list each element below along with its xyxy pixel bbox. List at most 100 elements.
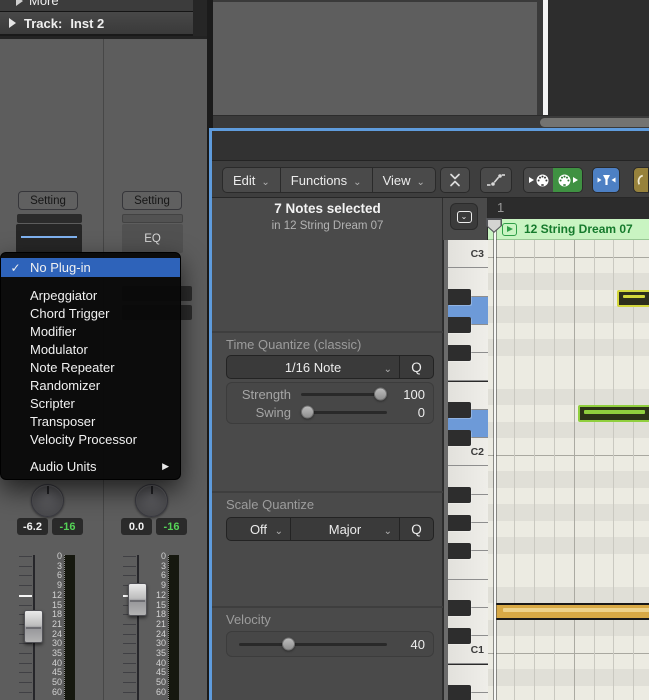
midi-in-button[interactable] xyxy=(524,168,553,192)
horizontal-scrollbar[interactable] xyxy=(213,115,649,128)
channel-setting-button[interactable]: Setting xyxy=(18,191,78,210)
pan-knob[interactable] xyxy=(31,484,64,517)
insert-slot[interactable] xyxy=(122,214,183,223)
pencil-tool-button[interactable] xyxy=(633,167,649,193)
grid-row[interactable] xyxy=(488,372,649,389)
midi-note-d2[interactable] xyxy=(578,405,649,422)
fader-scale-number: 15 xyxy=(150,601,166,610)
plugin-menu-item[interactable]: Transposer xyxy=(1,413,180,431)
view-menu[interactable]: View xyxy=(372,168,435,192)
slider-thumb[interactable] xyxy=(301,406,314,419)
plugin-menu-item-selected[interactable]: ✓ No Plug-in xyxy=(1,258,180,277)
functions-menu[interactable]: Functions xyxy=(280,168,372,192)
insert-slot[interactable] xyxy=(17,214,82,223)
piano-key-black[interactable] xyxy=(448,628,471,644)
strength-slider[interactable] xyxy=(301,393,387,396)
piano-key-black[interactable] xyxy=(448,289,471,305)
piano-key-black[interactable] xyxy=(448,543,471,559)
grid-row[interactable] xyxy=(488,422,649,439)
scale-root-select[interactable]: Off xyxy=(227,518,290,540)
plugin-menu-item[interactable]: Velocity Processor xyxy=(1,431,180,449)
grid-row[interactable] xyxy=(488,339,649,356)
region-header[interactable]: 12 String Dream 07 xyxy=(488,219,649,240)
grid-row[interactable] xyxy=(488,389,649,406)
track-header[interactable]: Track: Inst 2 xyxy=(0,12,193,36)
piano-key-black[interactable] xyxy=(448,515,471,531)
eq-slot[interactable]: EQ xyxy=(122,224,183,253)
grid-row[interactable] xyxy=(488,521,649,538)
midi-out-button[interactable] xyxy=(553,168,582,192)
pan-knob[interactable] xyxy=(135,484,168,517)
piano-key-black[interactable] xyxy=(448,685,471,700)
volume-value[interactable]: -6.2 xyxy=(17,518,48,535)
scale-mode-select[interactable]: Major xyxy=(290,518,399,540)
grid-row[interactable] xyxy=(488,240,649,257)
fader-scale-number: 21 xyxy=(46,620,62,629)
eq-thumbnail[interactable] xyxy=(16,224,82,253)
plugin-menu-item[interactable]: Arpeggiator xyxy=(1,287,180,305)
slider-thumb[interactable] xyxy=(374,388,387,401)
scale-quantize-apply-button[interactable]: Q xyxy=(399,518,433,540)
fader-cap[interactable] xyxy=(24,610,43,643)
grid-row[interactable] xyxy=(488,306,649,323)
plugin-menu-item[interactable]: Modulator xyxy=(1,341,180,359)
grid-row[interactable] xyxy=(488,438,649,455)
time-quantize-apply-button[interactable]: Q xyxy=(399,356,433,378)
grid-line xyxy=(594,240,595,700)
grid-row[interactable] xyxy=(488,471,649,488)
catch-playhead-button[interactable] xyxy=(440,167,470,193)
grid-row[interactable] xyxy=(488,686,649,700)
grid-row[interactable] xyxy=(488,554,649,571)
velocity-slider[interactable] xyxy=(239,643,387,646)
plugin-menu-item[interactable]: Scripter xyxy=(1,395,180,413)
volume-value[interactable]: 0.0 xyxy=(121,518,152,535)
piano-key-black[interactable] xyxy=(448,487,471,503)
grid-row[interactable] xyxy=(488,257,649,274)
piano-key-c3[interactable]: C3 xyxy=(448,240,488,268)
edit-menu[interactable]: Edit xyxy=(223,168,280,192)
piano-key-black[interactable] xyxy=(448,345,471,361)
grid-row[interactable] xyxy=(488,323,649,340)
piano-roll-titlebar[interactable] xyxy=(212,131,649,161)
slider-thumb[interactable] xyxy=(282,638,295,651)
grid-row[interactable] xyxy=(488,636,649,653)
automation-button[interactable] xyxy=(480,167,512,193)
grid-row[interactable] xyxy=(488,455,649,472)
midi-filter-button[interactable] xyxy=(592,167,620,193)
grid-row[interactable] xyxy=(488,356,649,373)
plugin-menu-item[interactable]: Randomizer xyxy=(1,377,180,395)
grid-row[interactable] xyxy=(488,570,649,587)
grid-row[interactable] xyxy=(488,669,649,686)
plugin-menu-item-audio-units[interactable]: Audio Units ▶ xyxy=(1,457,180,475)
midi-note-d1[interactable] xyxy=(494,603,649,620)
fader-scale-number: 0 xyxy=(46,552,62,561)
grid-row[interactable] xyxy=(488,653,649,670)
plugin-menu-item[interactable]: Chord Trigger xyxy=(1,305,180,323)
piano-key-black[interactable] xyxy=(448,430,471,446)
track-name: Inst 2 xyxy=(70,16,104,31)
time-quantize-select[interactable]: 1/16 Note xyxy=(227,356,399,378)
note-info-button[interactable] xyxy=(450,203,478,230)
piano-key-black[interactable] xyxy=(448,402,471,418)
plugin-menu-item[interactable]: Note Repeater xyxy=(1,359,180,377)
grid-row[interactable] xyxy=(488,504,649,521)
grid-row[interactable] xyxy=(488,620,649,637)
more-row[interactable]: More xyxy=(0,0,193,12)
grid-row[interactable] xyxy=(488,488,649,505)
plugin-menu-item[interactable]: Modifier xyxy=(1,323,180,341)
region-play-icon[interactable] xyxy=(502,223,517,236)
bar-ruler[interactable]: 1 xyxy=(488,198,649,219)
grid-row[interactable] xyxy=(488,537,649,554)
scrollbar-thumb[interactable] xyxy=(540,118,649,127)
playhead-line[interactable] xyxy=(494,219,497,700)
piano-key-black[interactable] xyxy=(448,600,471,616)
channel-fader[interactable]: 03691215182124303540455060 xyxy=(19,552,79,700)
grid-row[interactable] xyxy=(488,587,649,604)
grid-row[interactable] xyxy=(488,273,649,290)
fader-cap[interactable] xyxy=(128,583,147,616)
swing-slider[interactable] xyxy=(301,411,387,414)
piano-key-black[interactable] xyxy=(448,317,471,333)
channel-setting-button[interactable]: Setting xyxy=(122,191,182,210)
midi-note-a2[interactable] xyxy=(617,290,649,307)
channel-fader[interactable]: 03691215182124303540455060 xyxy=(123,552,183,700)
